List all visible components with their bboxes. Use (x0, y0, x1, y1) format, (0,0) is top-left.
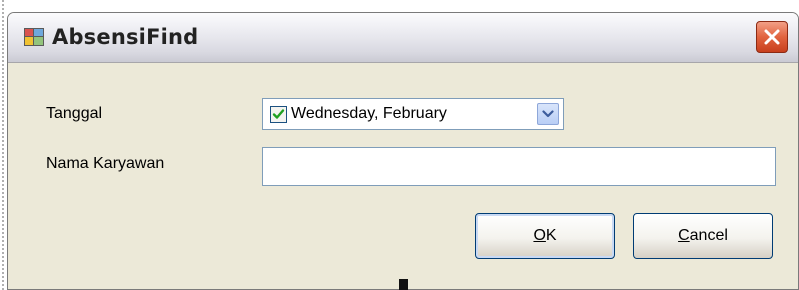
ok-button[interactable]: OK (475, 213, 615, 259)
dialog-body: Tanggal Wednesday, February Nama Karyawa… (8, 63, 798, 289)
date-value[interactable]: Wednesday, February (291, 105, 521, 123)
screen: AbsensiFind Tanggal Wednesday, February (0, 0, 799, 290)
cancel-button[interactable]: Cancel (633, 213, 773, 259)
ok-mnemonic: O (533, 227, 546, 244)
window-title: AbsensiFind (52, 25, 199, 49)
form-app-icon (24, 28, 44, 46)
cancel-mnemonic: C (678, 227, 690, 244)
close-x-icon (764, 29, 780, 45)
check-mark-icon (272, 109, 285, 119)
background-dotted-edge (2, 0, 4, 290)
title-bar[interactable]: AbsensiFind (8, 13, 798, 63)
date-dropdown-button[interactable] (537, 103, 559, 125)
nama-karyawan-label: Nama Karyawan (46, 155, 165, 172)
date-picker[interactable]: Wednesday, February (262, 98, 564, 130)
cancel-label-rest: ancel (689, 227, 728, 244)
ok-label-rest: K (545, 227, 557, 244)
mouse-cursor (399, 279, 408, 290)
dialog-window: AbsensiFind Tanggal Wednesday, February (7, 12, 799, 290)
tanggal-label: Tanggal (46, 105, 103, 122)
chevron-down-icon (542, 110, 554, 118)
date-checkbox[interactable] (270, 106, 287, 123)
nama-karyawan-input[interactable] (262, 147, 776, 186)
close-button[interactable] (756, 21, 788, 53)
